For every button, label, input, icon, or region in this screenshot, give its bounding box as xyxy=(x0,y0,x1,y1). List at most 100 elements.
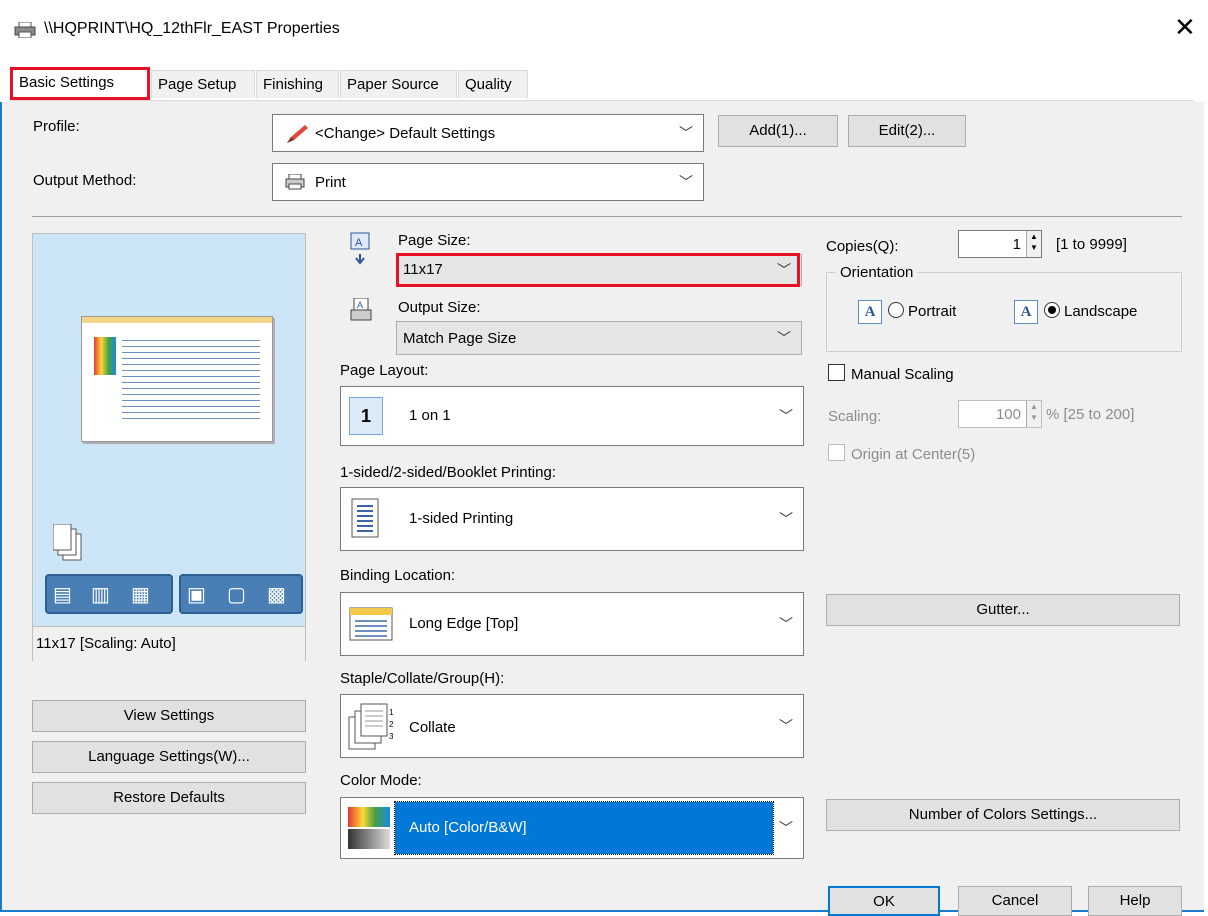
close-icon[interactable]: ✕ xyxy=(1174,13,1196,41)
sided-value: 1-sided Printing xyxy=(409,510,514,527)
color-icons-group[interactable]: ▣ ▢ ▩ xyxy=(179,574,303,614)
cancel-button[interactable]: Cancel xyxy=(958,886,1072,916)
sided-dropdown[interactable]: 1-sided Printing ﹀ xyxy=(340,487,804,551)
tab-basic-settings[interactable]: Basic Settings xyxy=(10,67,150,100)
print-preview: ▤ ▥ ▦ ▣ ▢ ▩ 11x17 [Scaling: Auto] xyxy=(32,233,306,661)
origin-center-option[interactable]: Origin at Center(5) xyxy=(828,444,975,463)
printer-icon xyxy=(14,21,36,39)
orientation-label: Orientation xyxy=(836,264,918,281)
divider xyxy=(32,216,1182,217)
output-size-label: Output Size: xyxy=(398,299,481,316)
full-color-icon: ▩ xyxy=(267,584,286,606)
staple-dropdown[interactable]: 1 2 3 Collate ﹀ xyxy=(340,694,804,758)
output-size-value: Match Page Size xyxy=(403,330,517,347)
chevron-down-icon: ﹀ xyxy=(779,511,793,527)
tab-paper-source[interactable]: Paper Source xyxy=(340,70,457,98)
spinner-arrows-icon[interactable]: ▲ ▼ xyxy=(1026,401,1041,427)
scaling-range: % [25 to 200] xyxy=(1046,406,1135,423)
output-method-label: Output Method: xyxy=(33,172,137,189)
svg-text:3: 3 xyxy=(389,732,394,741)
chevron-down-icon: ﹀ xyxy=(777,330,791,346)
scaling-label: Scaling: xyxy=(828,408,882,425)
scaling-spinner[interactable]: 100 ▲ ▼ xyxy=(958,400,1042,428)
single-page-icon: ▤ xyxy=(53,584,72,606)
copies-label: Copies(Q): xyxy=(826,238,899,255)
layout-icons-group[interactable]: ▤ ▥ ▦ xyxy=(45,574,173,614)
one-sided-icon xyxy=(351,498,379,542)
landscape-radio[interactable] xyxy=(1044,301,1060,318)
copies-range: [1 to 9999] xyxy=(1056,236,1127,253)
output-size-dropdown[interactable]: Match Page Size ﹀ xyxy=(396,321,802,355)
preview-caption-box: 11x17 [Scaling: Auto] xyxy=(33,626,305,661)
portrait-label: Portrait xyxy=(908,302,957,320)
chevron-down-icon: ﹀ xyxy=(679,125,693,141)
chevron-down-icon: ﹀ xyxy=(779,616,793,632)
portrait-option[interactable]: A Portrait xyxy=(858,300,956,324)
add-profile-button[interactable]: Add(1)... xyxy=(718,115,838,147)
color-mode-selection: Auto [Color/B&W] xyxy=(394,801,774,855)
restore-defaults-button[interactable]: Restore Defaults xyxy=(32,782,306,814)
landscape-icon: A xyxy=(1014,300,1038,324)
origin-center-label: Origin at Center(5) xyxy=(851,446,976,463)
preview-caption: 11x17 [Scaling: Auto] xyxy=(36,635,176,652)
ok-button[interactable]: OK xyxy=(828,886,940,916)
sided-label: 1-sided/2-sided/Booklet Printing: xyxy=(340,464,556,481)
bw-page-icon: ▢ xyxy=(227,584,246,606)
copies-value: 1 xyxy=(1012,236,1021,253)
output-method-dropdown[interactable]: Print ﹀ xyxy=(272,163,704,201)
copies-stack-icon xyxy=(52,523,83,568)
pencil-icon xyxy=(285,123,311,149)
color-gradient-icon xyxy=(347,806,391,850)
portrait-radio[interactable] xyxy=(888,301,904,318)
binding-dropdown[interactable]: Long Edge [Top] ﹀ xyxy=(340,592,804,656)
origin-center-checkbox[interactable] xyxy=(828,444,845,461)
svg-text:A: A xyxy=(355,237,363,249)
page-layout-dropdown[interactable]: 1 1 on 1 ﹀ xyxy=(340,386,804,446)
title-bar: \\HQPRINT\HQ_12thFlr_EAST Properties ✕ xyxy=(0,0,1208,60)
portrait-icon: A xyxy=(858,300,882,324)
profile-label: Profile: xyxy=(33,118,80,135)
page-layout-value: 1 on 1 xyxy=(409,407,451,424)
svg-text:1: 1 xyxy=(389,708,394,717)
output-method-value: Print xyxy=(315,174,346,191)
edit-profile-button[interactable]: Edit(2)... xyxy=(848,115,966,147)
binding-value: Long Edge [Top] xyxy=(409,615,519,632)
binding-top-icon xyxy=(349,607,393,645)
profile-value: <Change> Default Settings xyxy=(315,125,496,142)
chevron-down-icon: ﹀ xyxy=(779,718,793,734)
number-of-colors-button[interactable]: Number of Colors Settings... xyxy=(826,799,1180,831)
profile-dropdown[interactable]: <Change> Default Settings ﹀ xyxy=(272,114,704,152)
two-page-icon: ▥ xyxy=(91,584,110,606)
view-settings-button[interactable]: View Settings xyxy=(32,700,306,732)
tab-quality[interactable]: Quality xyxy=(458,70,528,98)
binding-label: Binding Location: xyxy=(340,567,456,584)
svg-text:2: 2 xyxy=(389,720,394,729)
print-icon xyxy=(285,173,305,194)
color-mode-dropdown[interactable]: Auto [Color/B&W] ﹀ xyxy=(340,797,804,859)
page-size-highlight xyxy=(396,253,800,287)
page-size-icon: A xyxy=(350,232,370,270)
language-settings-button[interactable]: Language Settings(W)... xyxy=(32,741,306,773)
booklet-icon: ▦ xyxy=(131,584,150,606)
landscape-option[interactable]: A Landscape xyxy=(1014,300,1137,324)
color-mode-label: Color Mode: xyxy=(340,772,422,789)
gutter-button[interactable]: Gutter... xyxy=(826,594,1180,626)
page-layout-label: Page Layout: xyxy=(340,362,429,379)
staple-label: Staple/Collate/Group(H): xyxy=(340,670,505,687)
chevron-down-icon: ﹀ xyxy=(679,174,693,190)
manual-scaling-option[interactable]: Manual Scaling xyxy=(828,364,954,383)
page-size-label: Page Size: xyxy=(398,232,471,249)
collate-icon: 1 2 3 xyxy=(347,701,397,757)
window-title: \\HQPRINT\HQ_12thFlr_EAST Properties xyxy=(44,20,340,37)
help-button[interactable]: Help xyxy=(1088,886,1182,916)
copies-spinner[interactable]: 1 ▲ ▼ xyxy=(958,230,1042,258)
tab-finishing[interactable]: Finishing xyxy=(256,70,339,98)
manual-scaling-label: Manual Scaling xyxy=(851,366,954,383)
tab-page-setup[interactable]: Page Setup xyxy=(151,70,255,98)
color-mode-value: Auto [Color/B&W] xyxy=(409,819,527,836)
manual-scaling-checkbox[interactable] xyxy=(828,364,845,381)
tab-strip: Basic Settings Page Setup Finishing Pape… xyxy=(0,60,1208,102)
staple-value: Collate xyxy=(409,719,456,736)
spinner-arrows-icon[interactable]: ▲ ▼ xyxy=(1026,231,1041,257)
chevron-down-icon: ﹀ xyxy=(779,820,793,836)
